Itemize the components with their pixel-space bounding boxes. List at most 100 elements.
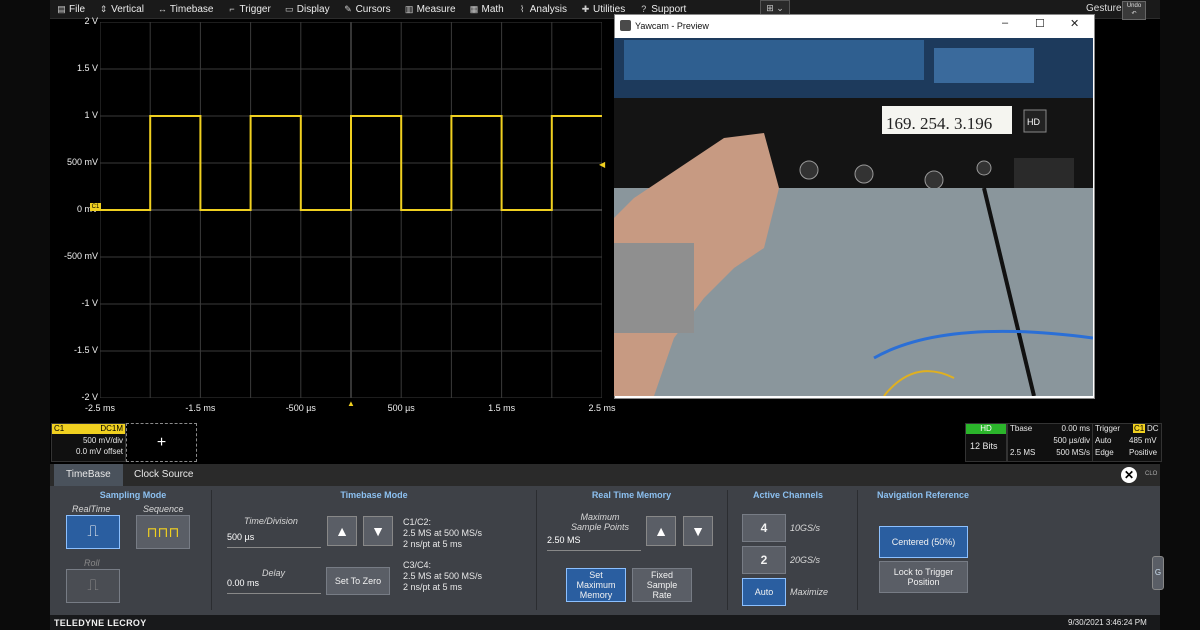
c34-rate: 2.5 MS at 500 MS/s (403, 571, 483, 581)
c1-label: C1 (54, 424, 65, 433)
hd-bits: 12 Bits (970, 441, 998, 451)
square-wave-icon: ⎍ (87, 523, 99, 540)
realtime-mode-button[interactable]: ⎍ (66, 515, 120, 549)
add-trace-button[interactable]: + (126, 423, 197, 462)
menu-vertical[interactable]: ⇕ Vertical (92, 0, 151, 18)
c1-offset: 0.0 mV offset (76, 447, 123, 456)
menu-trigger[interactable]: ⌐ Trigger (220, 0, 277, 18)
menu-math[interactable]: ▦ Math (463, 0, 511, 18)
trigger-coupling: DC (1147, 424, 1159, 433)
menu-label: Math (481, 3, 504, 15)
menu-label: Display (296, 3, 330, 15)
c1-offset-marker[interactable]: C1 (90, 203, 101, 211)
trigger-channel: C1 (1133, 424, 1146, 433)
x-tick-label: -500 µs (285, 403, 316, 413)
lock-to-trigger-button[interactable]: Lock to Trigger Position (879, 561, 968, 593)
roll-label: Roll (84, 558, 100, 568)
menu-timebase[interactable]: ↔ Timebase (151, 0, 221, 18)
display-icon: ▭ (285, 3, 294, 14)
hd-label: HD (966, 424, 1006, 434)
channels-auto-button[interactable]: Auto (742, 578, 786, 606)
x-tick-label: -2.5 ms (84, 403, 115, 413)
timebase-mode-title: Timebase Mode (340, 490, 408, 500)
close-window-icon[interactable]: ✕ (1070, 17, 1079, 30)
yawcam-title-text: Yawcam - Preview (635, 20, 709, 31)
max-sample-points-label: Maximum Sample Points (570, 512, 630, 532)
trigger-label: Trigger (1095, 424, 1121, 433)
left-border (0, 0, 50, 630)
time-division-field[interactable]: 500 µs (227, 532, 321, 548)
waveform-grid[interactable] (100, 22, 602, 398)
close-dialog-icon[interactable]: ✕ (1121, 467, 1137, 483)
c12-rate: 2.5 MS at 500 MS/s (403, 528, 483, 538)
menu-label: Analysis (529, 3, 567, 15)
delay-field[interactable]: 0.00 ms (227, 578, 321, 594)
menu-display[interactable]: ▭ Display (278, 0, 337, 18)
minimize-icon[interactable]: – (1002, 17, 1008, 29)
vertical-icon: ⇕ (99, 3, 108, 14)
undo-button[interactable]: Undo ↶ (1122, 1, 1146, 20)
c34-resolution: 2 ns/pt at 5 ms (403, 582, 463, 592)
timebase-descriptor-box[interactable]: Tbase 0.00 ms 500 µs/div 2.5 MS 500 MS/s (1007, 423, 1093, 462)
tab-clock-source[interactable]: Clock Source (122, 464, 205, 486)
trigger-level: 485 mV (1129, 436, 1157, 445)
roll-wave-icon: ⎍ (87, 577, 99, 594)
x-tick-label: 2.5 ms (588, 403, 616, 413)
max-sample-points-field[interactable]: 2.50 MS (547, 535, 641, 551)
centered-button[interactable]: Centered (50%) (879, 526, 968, 558)
menu-measure[interactable]: ▥ Measure (398, 0, 463, 18)
tab-timebase[interactable]: TimeBase (54, 464, 123, 486)
divider (857, 490, 858, 610)
fixed-sample-rate-button[interactable]: Fixed Sample Rate (632, 568, 692, 602)
maximize-icon[interactable]: ☐ (1035, 17, 1045, 30)
c12-resolution: 2 ns/pt at 5 ms (403, 539, 463, 549)
set-maximum-memory-button[interactable]: Set Maximum Memory (566, 568, 626, 602)
roll-mode-button[interactable]: ⎍ (66, 569, 120, 603)
c1-coupling: DC1M (100, 424, 123, 433)
math-icon: ▦ (469, 3, 479, 14)
time-division-down-button[interactable]: ▼ (363, 516, 393, 546)
y-tick-label: 500 mV (66, 157, 98, 167)
measure-icon: ▥ (404, 3, 414, 14)
time-division-up-button[interactable]: ▲ (327, 516, 357, 546)
sequence-wave-icon: ⊓⊓⊓ (146, 524, 180, 540)
side-panel-tab[interactable]: G (1152, 556, 1164, 590)
y-tick-label: -1 V (81, 298, 98, 308)
timebase-icon: ↔ (157, 4, 167, 14)
gesture-label[interactable]: Gesture (1086, 3, 1122, 14)
c1-volts-div: 500 mV/div (82, 436, 123, 445)
memory-up-button[interactable]: ▲ (646, 516, 676, 546)
dialog-tab-bar (50, 464, 1160, 486)
date-time: 9/30/2021 3:46:24 PM (1068, 618, 1147, 627)
close-label: CLO (1145, 471, 1158, 477)
menu-cursors[interactable]: ✎ Cursors (337, 0, 398, 18)
c1-descriptor-box[interactable]: C1 DC1M 500 mV/div 0.0 mV offset (51, 423, 126, 462)
trigger-position-marker[interactable]: ▲ (347, 399, 355, 408)
real-time-memory-title: Real Time Memory (591, 490, 672, 500)
set-to-zero-button[interactable]: Set To Zero (326, 567, 390, 595)
memory-down-button[interactable]: ▼ (683, 516, 713, 546)
menu-analysis[interactable]: ⌇ Analysis (511, 0, 574, 18)
hd-descriptor-box[interactable]: HD 12 Bits (965, 423, 1007, 462)
x-tick-label: 500 µs (387, 403, 415, 413)
sequence-label: Sequence (143, 504, 184, 514)
x-tick-label: -1.5 ms (185, 403, 216, 413)
channels-2-button[interactable]: 2 (742, 546, 786, 574)
svg-text:HD: HD (1027, 117, 1040, 127)
menu-label: File (69, 3, 86, 15)
trigger-descriptor-box[interactable]: Trigger C1 DC Auto 485 mV Edge Positive (1092, 423, 1162, 462)
trigger-level-marker[interactable]: ◀ (599, 160, 605, 169)
divider (536, 490, 537, 610)
channels-4-button[interactable]: 4 (742, 514, 786, 542)
tbase-samples: 2.5 MS (1010, 448, 1036, 457)
menu-label: Timebase (169, 3, 214, 15)
menu-label: Vertical (111, 3, 144, 15)
c34-label: C3/C4: (403, 560, 432, 570)
file-icon: ▤ (57, 3, 66, 14)
sequence-mode-button[interactable]: ⊓⊓⊓ (136, 515, 190, 549)
cursors-icon: ✎ (344, 3, 352, 14)
y-tick-label: 1.5 V (76, 63, 98, 73)
analysis-icon: ⌇ (520, 3, 525, 14)
trigger-icon: ⌐ (229, 4, 235, 14)
menu-label: Support (651, 3, 687, 15)
